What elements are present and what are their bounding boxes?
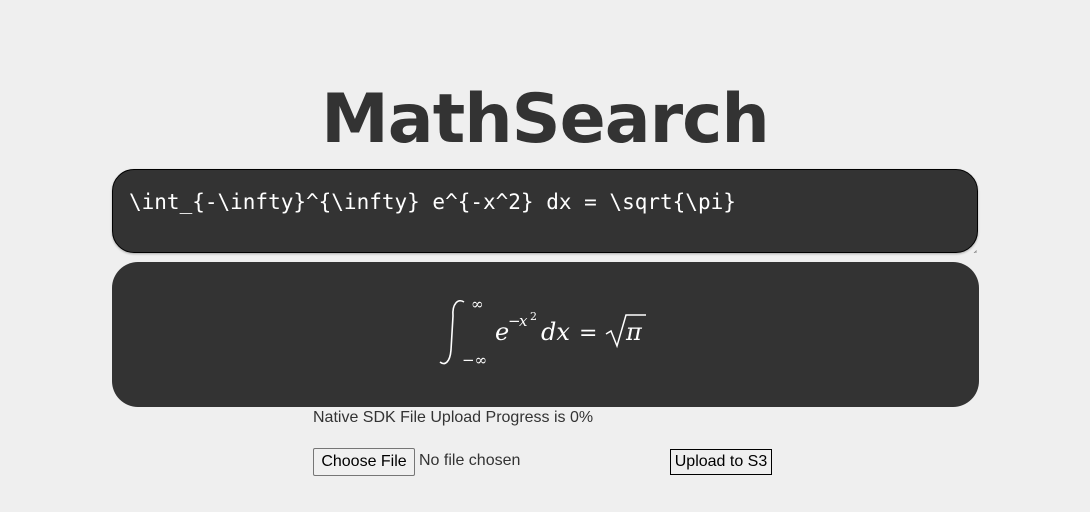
resize-handle-icon[interactable] <box>968 244 977 253</box>
integral-upper-limit: ∞ <box>471 295 484 313</box>
rendered-formula: ∞ −∞ e − x 2 dx = π <box>439 295 646 369</box>
latex-input[interactable]: \int_{-\infty}^{\infty} e^{-x^2} dx = \s… <box>112 169 978 253</box>
formula-exponent-power: 2 <box>530 310 537 323</box>
upload-progress-text: Native SDK File Upload Progress is 0% <box>313 409 594 426</box>
integral-lower-limit: −∞ <box>462 351 487 369</box>
formula-exponent-var: x <box>519 312 528 330</box>
formula-equals: = <box>579 321 597 346</box>
formula-dx: dx <box>541 318 570 346</box>
file-status-text: No file chosen <box>419 452 521 469</box>
page-title: MathSearch <box>321 80 770 159</box>
choose-file-button[interactable]: Choose File <box>313 448 415 476</box>
sqrt-argument: π <box>625 318 643 346</box>
integral-sign-icon <box>439 300 465 365</box>
upload-to-s3-button[interactable]: Upload to S3 <box>670 449 772 475</box>
formula-preview: ∞ −∞ e − x 2 dx = π <box>112 262 979 407</box>
